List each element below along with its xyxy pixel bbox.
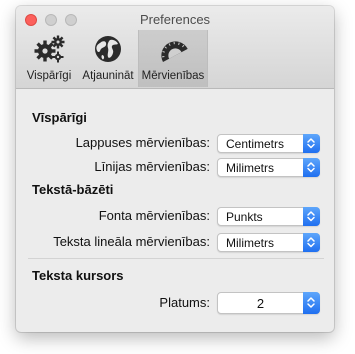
window-title: Preferences [139, 12, 211, 27]
popup-arrows-icon [303, 207, 320, 226]
popup-arrows-icon [303, 233, 320, 252]
font-units-value: Punkts [226, 210, 263, 224]
tab-update[interactable]: Atjaunināt [78, 30, 138, 87]
preferences-window: Preferences Vispārīgi Atjaunināt Mērvien… [16, 6, 334, 332]
ruler-units-label: Teksta lineāla mērvienības: [53, 234, 210, 249]
section-heading-general: Vīspārīgi [32, 110, 87, 125]
cursor-width-stepper[interactable]: 2 [217, 292, 320, 314]
ruler-units-popup[interactable]: Milimetrs [217, 233, 320, 252]
line-units-value: Milimetrs [226, 161, 274, 175]
section-heading-text-cursor: Teksta kursors [32, 268, 124, 283]
title-bar: Preferences Vispārīgi Atjaunināt Mērvien… [16, 6, 334, 89]
section-heading-text-based: Tekstā-bāzēti [32, 182, 114, 197]
tab-units-label: Mērvienības [141, 70, 205, 82]
popup-arrows-icon [303, 158, 320, 177]
font-units-popup[interactable]: Punkts [217, 207, 320, 226]
tab-units[interactable]: Mērvienības [138, 30, 208, 87]
page-units-value: Centimetrs [226, 137, 285, 151]
line-units-label: Līnijas mērvienības: [94, 159, 210, 174]
gears-icon [34, 35, 65, 63]
line-units-popup[interactable]: Milimetrs [217, 158, 320, 177]
cursor-width-value: 2 [256, 296, 265, 311]
tab-update-label: Atjaunināt [82, 70, 134, 82]
cursor-width-label: Platums: [159, 295, 210, 310]
stepper-arrows-icon[interactable] [303, 292, 320, 314]
protractor-icon [161, 41, 188, 62]
tab-general[interactable]: Vispārīgi [20, 30, 78, 87]
tab-general-label: Vispārīgi [26, 70, 72, 82]
page-units-label: Lappuses mērvienības: [75, 135, 210, 150]
globe-icon [95, 36, 121, 62]
font-units-label: Fonta mērvienības: [98, 208, 210, 223]
section-divider [28, 258, 324, 259]
popup-arrows-icon [303, 134, 320, 153]
ruler-units-value: Milimetrs [226, 236, 274, 250]
page-units-popup[interactable]: Centimetrs [217, 134, 320, 153]
